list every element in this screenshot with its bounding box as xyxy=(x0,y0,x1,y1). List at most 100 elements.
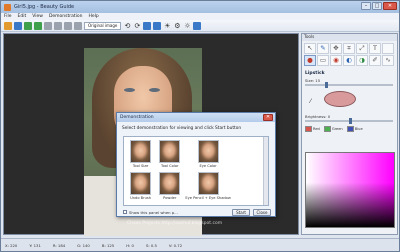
menu-edit[interactable]: Edit xyxy=(18,14,27,19)
settings-gear-icon[interactable]: ⚙ xyxy=(173,22,181,30)
demo-thumbnail xyxy=(130,140,152,163)
photo-right-eye xyxy=(149,88,160,92)
pencil-tool-icon[interactable]: ✐ xyxy=(369,55,381,66)
demo-item-label: Eye Pencil + Eye Shadow xyxy=(185,196,231,200)
move-tool-icon[interactable]: ✥ xyxy=(330,43,342,54)
blue-swatch xyxy=(346,126,354,132)
brightness-slider[interactable] xyxy=(305,118,393,124)
channel-red[interactable]: Red xyxy=(305,126,320,132)
color-channel-tabs: Red Green Blue xyxy=(305,126,397,132)
demo-item-label: Powder xyxy=(163,196,177,200)
demonstration-dialog: Demonstration ✕ Select demonstration for… xyxy=(116,112,276,217)
demo-thumbnail xyxy=(159,172,181,195)
dialog-footer: Show this panel when p... Start Close xyxy=(123,208,271,216)
status-x: X: 220 xyxy=(5,242,18,248)
pointer-tool-icon[interactable]: ↖ xyxy=(304,43,316,54)
eraser-tool-icon[interactable]: ▭ xyxy=(317,55,329,66)
demo-item[interactable]: Eye Color xyxy=(185,140,230,170)
demo-item[interactable]: Tool Size xyxy=(127,140,154,170)
color-preview-row: ⁄ xyxy=(302,86,397,112)
menu-file[interactable]: File xyxy=(4,14,12,19)
undo-icon[interactable] xyxy=(44,21,52,30)
status-y: Y: 131 xyxy=(29,242,41,248)
demo-item[interactable]: Eye Pencil + Eye Shadow xyxy=(185,172,231,202)
channel-green-label: Green xyxy=(331,127,343,131)
dialog-prompt: Select demonstration for viewing and cli… xyxy=(122,126,242,131)
show-panel-checkbox[interactable] xyxy=(123,210,127,214)
tool-section-title: Lipstick xyxy=(305,71,325,76)
panel-header: Tools xyxy=(302,34,397,41)
demo-item-label: Undo Brush xyxy=(130,196,152,200)
title-bar: Girl5.jpg - Beauty Guide – □ ✕ xyxy=(1,1,399,13)
tools-panel: Tools ↖ ✎ ✥ ⌗ ⤢ T ● ▭ ◉ ◐ ◑ ✐ ∿ Lipstick… xyxy=(301,33,398,235)
demo-item-label: Tool Size xyxy=(132,164,149,168)
close-window-button[interactable]: ✕ xyxy=(383,2,397,10)
eye-tool-icon[interactable]: ◐ xyxy=(343,55,355,66)
eyedropper-icon[interactable]: ⁄ xyxy=(310,98,311,105)
menu-view[interactable]: View xyxy=(32,14,43,19)
dialog-close-icon[interactable]: ✕ xyxy=(263,114,273,121)
menu-demonstration[interactable]: Demonstration xyxy=(49,14,83,19)
status-bar: X: 220 Y: 131 R: 184 G: 140 B: 125 H: 0 … xyxy=(1,238,399,251)
rotate-right-icon[interactable]: ⟳ xyxy=(133,22,141,30)
forward-arrow-icon[interactable] xyxy=(34,21,42,30)
text-tool-icon[interactable]: T xyxy=(369,43,381,54)
status-g: G: 140 xyxy=(77,242,90,248)
eyebrow-tool-icon[interactable]: ◑ xyxy=(356,55,368,66)
photo-left-eye xyxy=(124,88,135,92)
show-panel-label: Show this panel when p... xyxy=(129,209,178,215)
resize-tool-icon[interactable]: ⤢ xyxy=(356,43,368,54)
open-folder-icon[interactable] xyxy=(4,21,12,30)
smudge-tool-icon[interactable]: ∿ xyxy=(382,55,394,66)
size-label: Size: 15 xyxy=(305,78,321,83)
channel-blue-label: Blue xyxy=(354,127,363,131)
undo-all-icon[interactable] xyxy=(64,21,72,30)
sun-icon[interactable]: ☼ xyxy=(183,22,191,30)
help-icon[interactable] xyxy=(193,21,202,30)
lipstick-tool-icon[interactable]: ● xyxy=(304,55,316,66)
channel-green[interactable]: Green xyxy=(323,126,343,132)
brightness-icon[interactable]: ☀ xyxy=(163,22,171,30)
zoom-fit-icon[interactable] xyxy=(143,21,152,30)
app-window: Girl5.jpg - Beauty Guide – □ ✕ File Edit… xyxy=(0,0,400,252)
app-icon xyxy=(4,3,11,11)
save-icon[interactable] xyxy=(14,21,22,30)
brightness-slider-knob[interactable] xyxy=(349,118,352,124)
back-arrow-icon[interactable] xyxy=(24,21,32,30)
demo-list-scrollbar[interactable] xyxy=(263,137,268,205)
window-title: Girl5.jpg - Beauty Guide xyxy=(14,4,75,10)
watermark: Chaos Projects http://aachuf.blogspot.co… xyxy=(127,221,223,226)
start-button[interactable]: Start xyxy=(232,208,250,216)
redo-icon[interactable] xyxy=(54,21,62,30)
zoom-actual-icon[interactable] xyxy=(153,21,162,30)
blush-tool-icon[interactable]: ◉ xyxy=(330,55,342,66)
demo-item[interactable]: Powder xyxy=(156,172,183,202)
color-gradient-picker[interactable]: + xyxy=(305,152,395,228)
demo-item[interactable]: Undo Brush xyxy=(127,172,154,202)
compare-icon[interactable] xyxy=(74,21,82,30)
channel-blue[interactable]: Blue xyxy=(346,126,363,132)
minimize-button[interactable]: – xyxy=(361,2,371,10)
demo-item-label: Tool Color xyxy=(161,164,179,168)
empty-slot xyxy=(382,43,394,54)
demo-item[interactable]: Tool Color xyxy=(156,140,183,170)
brush-tool-icon[interactable]: ✎ xyxy=(317,43,329,54)
red-swatch xyxy=(305,126,312,132)
menu-help[interactable]: Help xyxy=(89,14,99,19)
demo-list: Tool Size Tool Color Eye Color Undo Brus… xyxy=(123,136,269,206)
rotate-left-icon[interactable]: ⟲ xyxy=(123,22,131,30)
tool-grid: ↖ ✎ ✥ ⌗ ⤢ T ● ▭ ◉ ◐ ◑ ✐ ∿ xyxy=(302,41,397,68)
lip-color-swatch[interactable] xyxy=(324,91,356,107)
status-r: R: 184 xyxy=(52,242,66,248)
menu-bar: File Edit View Demonstration Help xyxy=(1,13,399,20)
demo-thumbnail xyxy=(197,140,219,163)
maximize-button[interactable]: □ xyxy=(372,2,382,10)
status-b: B: 125 xyxy=(101,242,115,248)
close-button[interactable]: Close xyxy=(253,208,271,216)
dialog-title: Demonstration xyxy=(120,115,154,120)
demo-thumbnail xyxy=(197,172,219,195)
status-h: H: 0 xyxy=(126,242,134,248)
crop-tool-icon[interactable]: ⌗ xyxy=(343,43,355,54)
demo-thumbnail xyxy=(159,140,181,163)
original-image-button[interactable]: Original image xyxy=(84,21,122,30)
